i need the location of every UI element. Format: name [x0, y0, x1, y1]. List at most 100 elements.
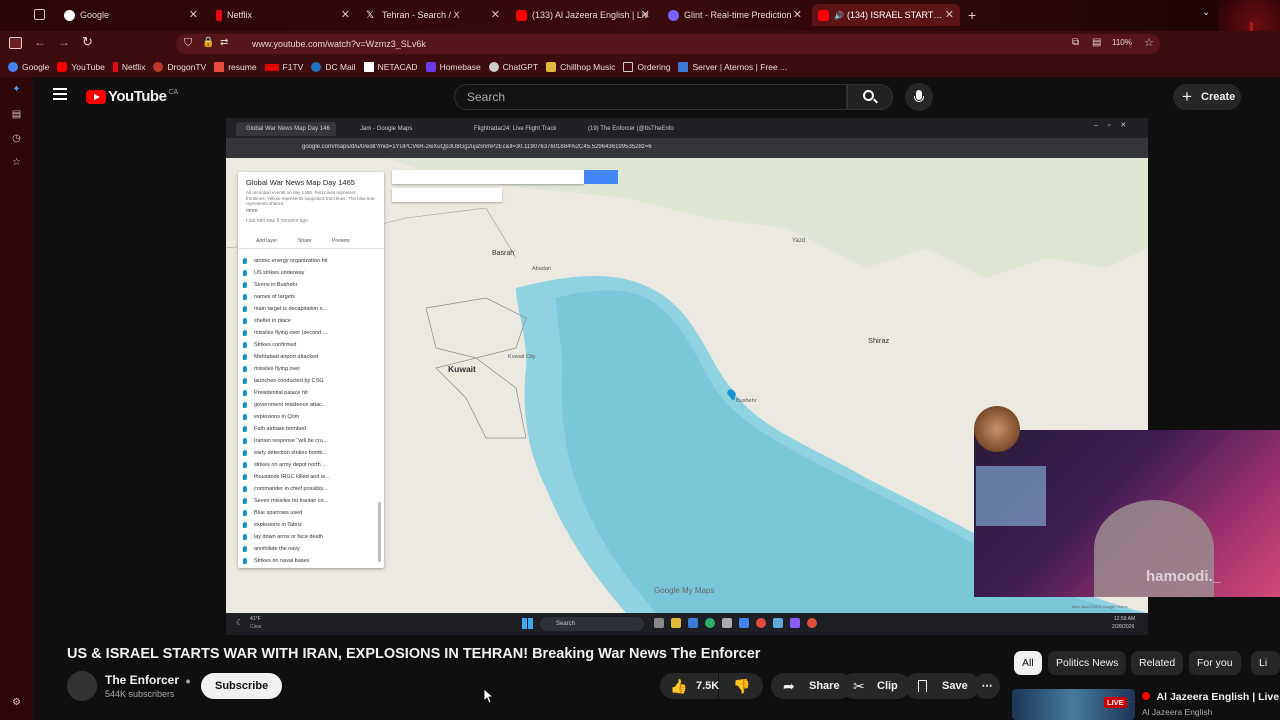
tab-glint[interactable]: Glint - Real-time Prediction ✕: [662, 4, 808, 26]
map-event-item[interactable]: missiles flying over (second ...: [242, 328, 327, 338]
bookmark-netacad[interactable]: NETACAD: [363, 62, 418, 72]
map-event-item[interactable]: Seven missiles hit Iranian co...: [242, 496, 328, 506]
close-icon[interactable]: ✕: [641, 8, 650, 21]
map-search-button[interactable]: [584, 170, 618, 184]
tab-active-video[interactable]: 🔊 (134) ISRAEL STARTS WAR W ✕: [812, 4, 960, 26]
like-button[interactable]: 👍 7.5K: [660, 673, 719, 699]
map-event-item[interactable]: Presidential palace hit: [243, 388, 308, 398]
app-icon[interactable]: [705, 618, 715, 628]
map-event-item[interactable]: shelter in place: [243, 316, 291, 326]
bookmark-chillhop[interactable]: Chillhop Music: [546, 62, 615, 72]
screenshot-icon[interactable]: ⧉: [1072, 37, 1079, 48]
panel-more-link[interactable]: more: [246, 208, 257, 214]
chip-for-you[interactable]: For you: [1189, 651, 1241, 675]
youtube-logo[interactable]: YouTube CA: [86, 88, 178, 105]
recommended-title-row[interactable]: Al Jazeera English | Live: [1142, 691, 1279, 703]
recommended-channel[interactable]: Al Jazeera English: [1142, 707, 1212, 717]
channel-name[interactable]: The Enforcer: [105, 673, 179, 687]
tab-al-jazeera[interactable]: (133) Al Jazeera English | Liv ✕: [510, 4, 656, 26]
url-bar[interactable]: ⛉ 🔒 ⇄ www.youtube.com/watch?v=Wzmz3_SLv6…: [176, 34, 1160, 54]
map-event-item[interactable]: explosions in Tabriz: [243, 520, 302, 530]
taskbar-search[interactable]: Search: [540, 617, 644, 631]
map-event-item[interactable]: explosions in Qom: [242, 412, 299, 422]
close-icon[interactable]: ✕: [341, 8, 350, 21]
sparkle-icon[interactable]: ✦: [11, 84, 22, 95]
chip-all[interactable]: All: [1014, 651, 1042, 675]
map-event-item[interactable]: US strikes underway: [242, 268, 304, 278]
map-drawing-toolbar[interactable]: [392, 188, 502, 202]
clip-button[interactable]: ✂ Clip: [841, 673, 910, 699]
settings-gear-icon[interactable]: ⚙: [11, 697, 22, 708]
app-icon[interactable]: [773, 618, 783, 628]
bookmark-youtube[interactable]: YouTube: [57, 62, 105, 72]
bookmarks-star-icon[interactable]: ☆: [11, 157, 22, 168]
recommended-title[interactable]: Al Jazeera English | Live: [1157, 691, 1280, 703]
app-icon[interactable]: [688, 618, 698, 628]
reload-icon[interactable]: ↻: [82, 34, 93, 50]
windows-start-icon[interactable]: [522, 618, 533, 629]
bookmark-aternos[interactable]: Server | Aternos | Free ...: [678, 62, 787, 72]
search-input[interactable]: Search: [454, 84, 847, 110]
tabs-stack-icon[interactable]: ▤: [11, 109, 22, 120]
channel-avatar[interactable]: [67, 671, 97, 701]
tab-x-search[interactable]: 𝕏 Tehran - Search / X ✕: [360, 4, 506, 26]
bookmark-f1tv[interactable]: F1TV: [264, 62, 303, 72]
channel-name-row[interactable]: The Enforcer ●: [105, 673, 191, 687]
map-event-item[interactable]: early detection strikes bomb...: [242, 448, 327, 458]
map-event-item[interactable]: missiles flying over: [242, 364, 300, 374]
app-icon[interactable]: [654, 618, 664, 628]
map-event-item[interactable]: strikes on army depot north ...: [243, 460, 327, 470]
map-event-item[interactable]: Strikes on naval bases: [242, 556, 309, 566]
map-event-item[interactable]: commander in chief possibly...: [243, 484, 328, 494]
url-text[interactable]: www.youtube.com/watch?v=Wzmz3_SLv6k: [252, 39, 426, 49]
dislike-button[interactable]: 👎: [719, 673, 763, 699]
tab-overview-icon[interactable]: [34, 9, 45, 20]
app-icon[interactable]: [790, 618, 800, 628]
map-event-item[interactable]: Sirens in Bushehr: [242, 280, 297, 290]
bookmark-star-icon[interactable]: ☆: [1144, 36, 1154, 49]
app-icon[interactable]: [807, 618, 817, 628]
map-event-item[interactable]: Mehrabad airport attacked: [242, 352, 318, 362]
map-event-item[interactable]: main target is decapitation s...: [242, 304, 327, 314]
bookmark-netflix[interactable]: Netflix: [112, 62, 145, 72]
panel-add-layer[interactable]: Add layer: [256, 238, 277, 244]
recommended-video[interactable]: LIVE Al Jazeera English | Live Al Jazeer…: [1012, 689, 1280, 720]
map-event-item[interactable]: government residence attac...: [242, 400, 326, 410]
lock-icon[interactable]: 🔒: [202, 37, 214, 48]
bookmark-dc-mail[interactable]: DC Mail: [311, 62, 356, 72]
back-arrow-icon[interactable]: ←: [34, 35, 46, 49]
panel-share[interactable]: Share: [298, 238, 311, 244]
panel-scrollbar[interactable]: [378, 502, 381, 562]
recommended-thumbnail[interactable]: LIVE: [1012, 689, 1135, 720]
chip-related[interactable]: Related: [1131, 651, 1184, 675]
chip-politics-news[interactable]: Politics News: [1048, 651, 1127, 675]
map-event-item[interactable]: Fath airbase bombed: [243, 424, 306, 434]
tab-netflix[interactable]: Netflix ✕: [210, 4, 356, 26]
app-icon[interactable]: [739, 618, 749, 628]
bookmark-resume[interactable]: resume: [214, 62, 257, 72]
subscribe-button[interactable]: Subscribe: [201, 673, 283, 699]
tab-search-chevron-icon[interactable]: ⌄: [1202, 7, 1210, 18]
map-event-item[interactable]: Iranian response "will be cru...: [243, 436, 328, 446]
zoom-level-badge[interactable]: 110%: [1112, 38, 1132, 47]
shield-icon[interactable]: ⛉: [184, 37, 192, 50]
sidebar-toggle-icon[interactable]: [9, 37, 22, 49]
tab-google[interactable]: Google ✕: [58, 4, 204, 26]
history-clock-icon[interactable]: ◷: [11, 133, 22, 144]
save-button[interactable]: Save: [904, 673, 980, 699]
map-event-item[interactable]: lay down arms or face death: [242, 532, 323, 542]
audio-playing-icon[interactable]: 🔊: [834, 11, 844, 20]
close-icon[interactable]: ✕: [491, 8, 500, 21]
search-button[interactable]: [847, 84, 893, 110]
forward-arrow-icon[interactable]: →: [58, 35, 70, 49]
map-event-item[interactable]: annihilate the navy: [243, 544, 300, 554]
map-event-item[interactable]: atomic energy organization hit: [242, 256, 327, 266]
map-event-item[interactable]: launches conducted by CSG: [243, 376, 324, 386]
voice-search-button[interactable]: [905, 83, 933, 111]
map-event-item[interactable]: thousands IRGC killed and w...: [242, 472, 329, 482]
bookmark-ordering[interactable]: Ordering: [623, 62, 670, 72]
new-tab-plus-icon[interactable]: +: [968, 7, 976, 23]
close-icon[interactable]: ✕: [189, 8, 198, 21]
map-search-box[interactable]: [392, 170, 618, 184]
site-settings-icon[interactable]: ⇄: [220, 37, 228, 48]
